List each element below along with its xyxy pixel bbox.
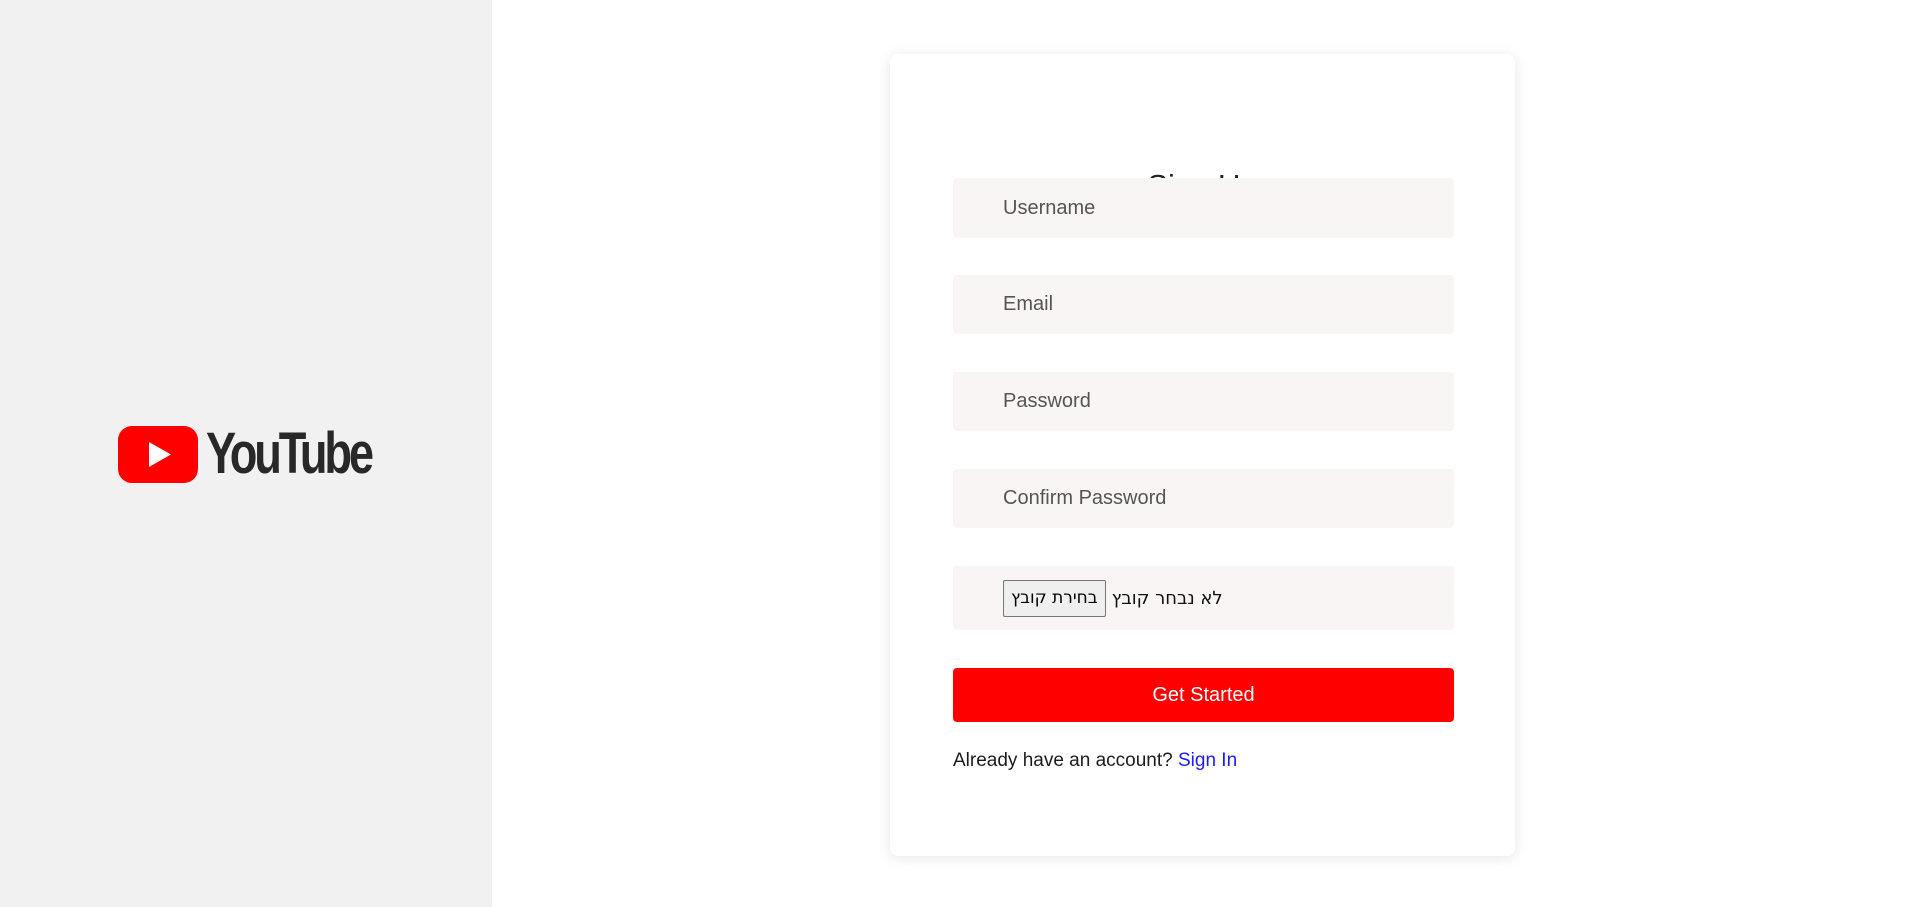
password-input[interactable] (1003, 390, 1454, 413)
email-field[interactable] (953, 275, 1454, 334)
file-status-text: לא נבחר קובץ (1111, 587, 1223, 609)
signup-card: Sign Up (890, 54, 1515, 856)
confirm-password-input[interactable] (1003, 487, 1454, 510)
youtube-play-icon (118, 425, 198, 483)
confirm-password-field[interactable] (953, 469, 1454, 528)
sign-in-link[interactable]: Sign In (1178, 750, 1237, 771)
choose-file-button[interactable]: בחירת קובץ (1003, 579, 1106, 617)
signin-prompt-text: Already have an account? (953, 750, 1173, 771)
avatar-file-field: בחירת קובץ לא נבחר קובץ (953, 566, 1454, 630)
password-field[interactable] (953, 372, 1454, 431)
get-started-button[interactable]: Get Started (953, 668, 1454, 722)
left-panel: YouTube (0, 0, 492, 907)
signin-prompt-row: Already have an account? Sign In (953, 750, 1237, 772)
youtube-logo: YouTube (118, 425, 417, 483)
youtube-wordmark: YouTube (206, 421, 374, 486)
username-field[interactable] (953, 178, 1454, 238)
email-input[interactable] (1003, 293, 1454, 316)
username-input[interactable] (1003, 196, 1454, 220)
